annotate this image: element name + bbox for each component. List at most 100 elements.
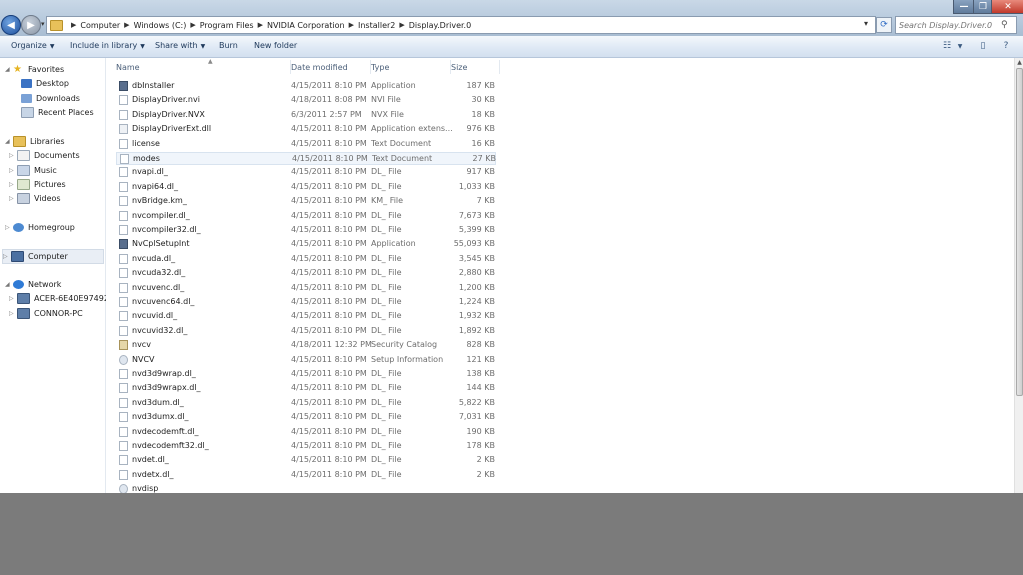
file-row[interactable]: NVCV 4/15/2011 8:10 PM Setup Information 12… xyxy=(116,354,496,367)
view-options-icon[interactable]: ☷ xyxy=(941,40,953,52)
file-row[interactable]: nvcuda32.dl_ 4/15/2011 8:10 PM DL_ File 2,8… xyxy=(116,267,496,280)
chevron-right-icon[interactable]: ▶ xyxy=(399,21,404,29)
nav-computer[interactable]: ▷ Computer xyxy=(2,249,104,264)
include-in-library-button[interactable]: Include in library ▼ xyxy=(70,41,145,50)
file-row[interactable]: nvapi.dl_ 4/15/2011 8:10 PM DL_ File 917 KB xyxy=(116,166,496,179)
file-icon xyxy=(119,369,128,379)
nav-music[interactable]: ▷ Music xyxy=(9,164,57,177)
file-type: DL_ File xyxy=(371,253,402,263)
search-input[interactable] xyxy=(896,19,1001,31)
nav-downloads[interactable]: Downloads xyxy=(13,92,80,105)
breadcrumb-nvidia-corporation[interactable]: NVIDIA Corporation xyxy=(267,21,345,30)
file-row[interactable]: nvd3d9wrap.dl_ 4/15/2011 8:10 PM DL_ File 1… xyxy=(116,368,496,381)
file-row[interactable]: nvcv 4/18/2011 12:32 PM Security Catalog 82… xyxy=(116,339,496,352)
file-row[interactable]: modes 4/15/2011 8:10 PM Text Document 27 KB xyxy=(116,152,496,165)
file-row[interactable]: dbInstaller 4/15/2011 8:10 PM Application 1… xyxy=(116,80,496,93)
address-history-dropdown[interactable]: ▾ xyxy=(864,19,868,28)
chevron-right-icon[interactable]: ▶ xyxy=(258,21,263,29)
collapse-icon[interactable]: ▷ xyxy=(3,253,11,260)
minimize-button[interactable]: — xyxy=(953,0,975,14)
collapse-icon[interactable]: ▷ xyxy=(9,181,17,188)
breadcrumb-windows-c[interactable]: Windows (C:) xyxy=(134,21,187,30)
nav-network[interactable]: ◢ Network xyxy=(5,278,61,291)
file-row[interactable]: nvcuvenc64.dl_ 4/15/2011 8:10 PM DL_ File 1… xyxy=(116,296,496,309)
folder-icon xyxy=(50,19,63,31)
file-row[interactable]: nvd3dumx.dl_ 4/15/2011 8:10 PM DL_ File 7,0… xyxy=(116,411,496,424)
column-header-size[interactable]: Size xyxy=(451,60,500,74)
chevron-right-icon[interactable]: ▶ xyxy=(349,21,354,29)
file-row[interactable]: DisplayDriver.NVX 6/3/2011 2:57 PM NVX Fil… xyxy=(116,109,496,122)
file-date-modified: 4/15/2011 8:10 PM xyxy=(291,196,367,206)
nav-favorites[interactable]: ◢ ★ Favorites xyxy=(5,63,64,76)
file-row[interactable]: DisplayDriver.nvi 4/18/2011 8:08 PM NVI Fi… xyxy=(116,94,496,107)
share-with-button[interactable]: Share with ▼ xyxy=(155,41,205,50)
file-row[interactable]: NvCplSetupInt 4/15/2011 8:10 PM Applicatio… xyxy=(116,238,496,251)
column-header-name[interactable]: Name ▲ xyxy=(116,58,291,74)
nav-pictures[interactable]: ▷ Pictures xyxy=(9,178,66,191)
file-row[interactable]: DisplayDriverExt.dll 4/15/2011 8:10 PM App… xyxy=(116,123,496,136)
file-size: 178 KB xyxy=(466,441,495,450)
file-row[interactable]: nvcuvid32.dl_ 4/15/2011 8:10 PM DL_ File 1,… xyxy=(116,325,496,338)
collapse-icon[interactable]: ▷ xyxy=(9,195,17,202)
breadcrumb-display-driver[interactable]: Display.Driver.0 xyxy=(409,21,471,30)
nav-desktop[interactable]: Desktop xyxy=(13,77,69,90)
nav-connor-pc[interactable]: ▷ CONNOR-PC xyxy=(9,307,83,320)
scroll-up-icon[interactable]: ▲ xyxy=(1015,58,1023,67)
file-row[interactable]: nvcompiler.dl_ 4/15/2011 8:10 PM DL_ File 7… xyxy=(116,210,496,223)
address-bar[interactable]: ▶ Computer ▶ Windows (C:) ▶ Program File… xyxy=(46,16,876,34)
file-row[interactable]: nvdecodemft32.dl_ 4/15/2011 8:10 PM DL_ Fi… xyxy=(116,440,496,453)
expand-icon[interactable]: ◢ xyxy=(5,281,13,288)
view-dropdown-icon[interactable]: ▼ xyxy=(956,40,964,52)
scroll-thumb[interactable] xyxy=(1016,68,1023,396)
collapse-icon[interactable]: ▷ xyxy=(5,224,13,231)
nav-videos[interactable]: ▷ Videos xyxy=(9,192,61,205)
file-name: nvd3d9wrapx.dl_ xyxy=(132,383,201,393)
nav-homegroup[interactable]: ▷ Homegroup xyxy=(5,221,75,234)
file-row[interactable]: nvapi64.dl_ 4/15/2011 8:10 PM DL_ File 1,03… xyxy=(116,181,496,194)
nav-libraries[interactable]: ◢ Libraries xyxy=(5,135,65,148)
file-row[interactable]: nvcuda.dl_ 4/15/2011 8:10 PM DL_ File 3,545… xyxy=(116,253,496,266)
nav-documents[interactable]: ▷ Documents xyxy=(9,149,80,162)
file-row[interactable]: nvd3dum.dl_ 4/15/2011 8:10 PM DL_ File 5,82… xyxy=(116,397,496,410)
back-button[interactable]: ◀ xyxy=(1,15,21,35)
chevron-right-icon[interactable]: ▶ xyxy=(190,21,195,29)
expand-icon[interactable]: ◢ xyxy=(5,138,13,145)
breadcrumb-program-files[interactable]: Program Files xyxy=(200,21,254,30)
collapse-icon[interactable]: ▷ xyxy=(9,295,17,302)
collapse-icon[interactable]: ▷ xyxy=(9,167,17,174)
file-size: 1,932 KB xyxy=(458,311,495,321)
file-row[interactable]: nvd3d9wrapx.dl_ 4/15/2011 8:10 PM DL_ File… xyxy=(116,382,496,395)
file-row[interactable]: nvcompiler32.dl_ 4/15/2011 8:10 PM DL_ Fil… xyxy=(116,224,496,237)
file-row[interactable]: nvBridge.km_ 4/15/2011 8:10 PM KM_ File 7 K… xyxy=(116,195,496,208)
new-folder-button[interactable]: New folder xyxy=(254,41,297,50)
burn-button[interactable]: Burn xyxy=(219,41,238,50)
file-row[interactable]: nvdetx.dl_ 4/15/2011 8:10 PM DL_ File 2 KB xyxy=(116,469,496,482)
expand-icon[interactable]: ◢ xyxy=(5,66,13,73)
breadcrumb-computer[interactable]: Computer xyxy=(80,21,120,30)
forward-button[interactable]: ▶ xyxy=(21,15,41,35)
help-icon[interactable]: ? xyxy=(1000,40,1012,52)
file-row[interactable]: nvdisp xyxy=(116,483,496,493)
nav-recent-places[interactable]: Recent Places xyxy=(13,106,94,119)
maximize-button[interactable]: ❐ xyxy=(973,0,993,14)
file-date-modified: 4/18/2011 8:08 PM xyxy=(291,95,367,105)
refresh-button[interactable]: ⟳ xyxy=(876,17,892,33)
organize-button[interactable]: Organize ▼ xyxy=(11,41,54,50)
nav-acer-pc[interactable]: ▷ ACER-6E40E97492 xyxy=(9,292,109,305)
collapse-icon[interactable]: ▷ xyxy=(9,310,17,317)
collapse-icon[interactable]: ▷ xyxy=(9,152,17,159)
preview-pane-icon[interactable]: ▯ xyxy=(977,40,989,52)
file-row[interactable]: nvcuvenc.dl_ 4/15/2011 8:10 PM DL_ File 1,2… xyxy=(116,282,496,295)
search-box[interactable]: ⚲ xyxy=(895,16,1017,34)
file-row[interactable]: nvcuvid.dl_ 4/15/2011 8:10 PM DL_ File 1,93… xyxy=(116,310,496,323)
column-header-type[interactable]: Type xyxy=(371,60,451,74)
breadcrumb-installer2[interactable]: Installer2 xyxy=(358,21,395,30)
close-button[interactable]: ✕ xyxy=(991,0,1023,14)
file-row[interactable]: nvdecodemft.dl_ 4/15/2011 8:10 PM DL_ File… xyxy=(116,426,496,439)
chevron-right-icon[interactable]: ▶ xyxy=(124,21,129,29)
vertical-scrollbar[interactable]: ▲ xyxy=(1014,58,1023,493)
column-header-date[interactable]: Date modified xyxy=(291,60,371,74)
file-row[interactable]: nvdet.dl_ 4/15/2011 8:10 PM DL_ File 2 KB xyxy=(116,454,496,467)
recent-pages-dropdown[interactable]: ▾ xyxy=(41,20,45,28)
file-row[interactable]: license 4/15/2011 8:10 PM Text Document 16 … xyxy=(116,138,496,151)
